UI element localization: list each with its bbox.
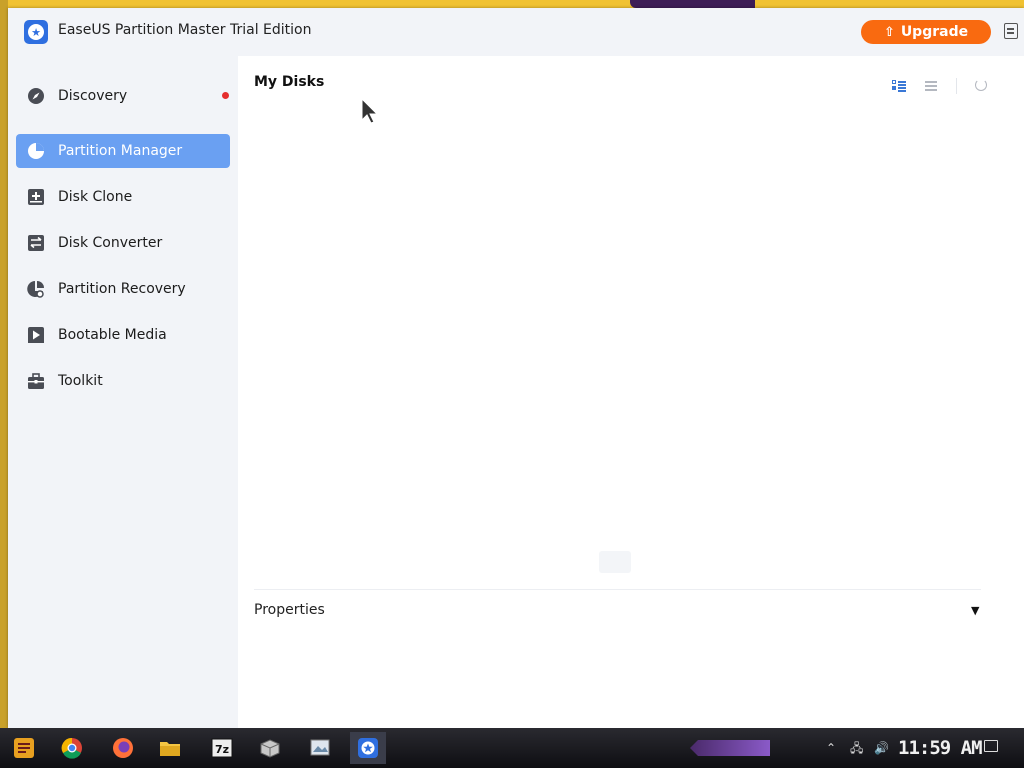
taskbar-file-explorer[interactable] — [152, 732, 188, 764]
toolbar-divider — [956, 78, 957, 94]
easeus-partition-master-icon — [358, 738, 378, 758]
sidebar-item-label: Partition Manager — [58, 143, 183, 159]
partition-recovery-icon — [26, 279, 46, 299]
upgrade-button[interactable]: ⇧ Upgrade — [861, 20, 991, 44]
chrome-icon — [61, 737, 82, 759]
sidebar-item-label: Discovery — [58, 88, 128, 104]
sidebar-item-label: Bootable Media — [58, 327, 167, 343]
file-explorer-icon — [160, 742, 180, 756]
app-title: EaseUS Partition Master Trial Edition — [58, 22, 312, 38]
taskbar-image-viewer[interactable] — [302, 732, 338, 764]
7zip-icon: 7z — [211, 738, 233, 758]
start-button[interactable] — [6, 732, 42, 764]
clock[interactable]: 11:59 AM — [898, 737, 983, 759]
pie-chart-icon — [26, 141, 46, 161]
package-icon — [260, 739, 280, 758]
volume-icon[interactable]: 🔊 — [874, 742, 889, 754]
app-window: ★ EaseUS Partition Master Trial Edition … — [8, 8, 1024, 728]
chevron-up-icon[interactable]: ⌃ — [826, 742, 840, 754]
notification-badge — [222, 92, 229, 99]
bootable-media-icon — [26, 325, 46, 345]
wallpaper-decoration — [630, 0, 755, 8]
svg-text:7z: 7z — [215, 743, 229, 756]
view-toolbar — [892, 78, 989, 94]
taskbar-firefox[interactable] — [105, 732, 141, 764]
start-menu-icon — [14, 738, 34, 758]
toolbox-icon — [26, 371, 46, 391]
compass-icon — [26, 86, 46, 106]
sidebar-item-disk-converter[interactable]: Disk Converter — [16, 226, 230, 260]
sidebar-item-label: Disk Converter — [58, 235, 163, 251]
loading-placeholder — [599, 551, 631, 573]
mouse-cursor-icon — [361, 98, 379, 124]
taskbar-7zip[interactable]: 7z — [204, 732, 240, 764]
image-viewer-icon — [310, 739, 330, 756]
taskbar: 7z ⌃ 🖧 🔊 11:59 AM — [0, 728, 1024, 768]
title-bar: ★ EaseUS Partition Master Trial Edition … — [8, 8, 1024, 56]
firefox-icon — [113, 738, 133, 758]
disk-converter-icon — [26, 233, 46, 253]
sidebar-item-discovery[interactable]: Discovery — [16, 79, 230, 113]
sidebar: Discovery Partition Manager Disk Clone D… — [8, 56, 238, 728]
disk-clone-icon — [26, 187, 46, 207]
main-panel: My Disks Properties ▼ — [238, 56, 1024, 728]
list-view-icon[interactable] — [924, 79, 938, 93]
properties-toggle-icon[interactable]: ▼ — [971, 604, 979, 617]
taskbar-chrome[interactable] — [54, 732, 90, 764]
sidebar-item-label: Disk Clone — [58, 189, 133, 205]
properties-label: Properties — [254, 602, 325, 618]
system-tray: ⌃ 🖧 🔊 11:59 AM — [826, 728, 983, 768]
upgrade-icon: ⇧ — [883, 24, 895, 40]
sidebar-item-toolkit[interactable]: Toolkit — [16, 364, 230, 398]
section-title: My Disks — [254, 74, 325, 90]
sidebar-item-label: Partition Recovery — [58, 281, 186, 297]
upgrade-label: Upgrade — [900, 24, 969, 40]
feedback-icon[interactable] — [1004, 23, 1018, 39]
network-icon[interactable]: 🖧 — [850, 742, 864, 754]
sidebar-item-bootable-media[interactable]: Bootable Media — [16, 318, 230, 352]
taskbar-package[interactable] — [252, 732, 288, 764]
taskbar-decoration — [690, 740, 770, 756]
properties-divider — [254, 589, 981, 590]
refresh-icon — [975, 79, 987, 91]
sidebar-item-disk-clone[interactable]: Disk Clone — [16, 180, 230, 214]
taskbar-easeus[interactable] — [350, 732, 386, 764]
detail-view-icon[interactable] — [892, 79, 906, 93]
easeus-logo-icon: ★ — [24, 20, 48, 44]
sidebar-item-label: Toolkit — [58, 373, 103, 389]
refresh-button[interactable] — [975, 79, 989, 93]
notifications-icon[interactable] — [984, 740, 998, 752]
sidebar-item-partition-manager[interactable]: Partition Manager — [16, 134, 230, 168]
sidebar-item-partition-recovery[interactable]: Partition Recovery — [16, 272, 230, 306]
